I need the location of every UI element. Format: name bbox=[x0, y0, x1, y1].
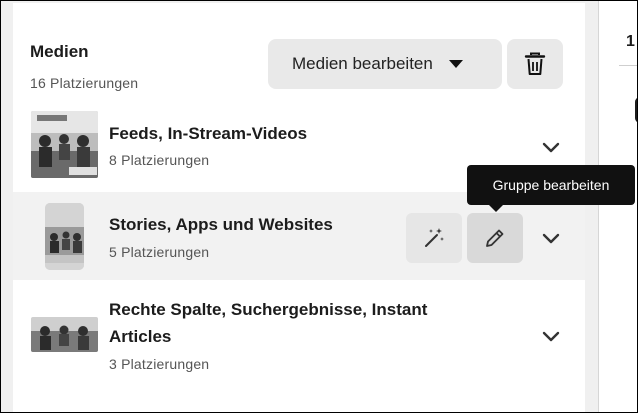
row-placement-count: 5 Platzierungen bbox=[109, 244, 210, 260]
delete-button[interactable] bbox=[507, 39, 563, 89]
pencil-icon bbox=[486, 229, 504, 247]
trash-icon bbox=[524, 52, 546, 75]
right-side-panel: 1 bbox=[598, 1, 637, 412]
edit-group-tooltip: Gruppe bearbeiten bbox=[467, 165, 635, 212]
edit-media-button[interactable]: Medien bearbeiten bbox=[268, 39, 502, 89]
screen-frame: 1 Medien 16 Platzierungen Medien bearbei… bbox=[0, 0, 638, 413]
side-tab-label: 1 bbox=[626, 33, 635, 50]
placement-group-right-column[interactable]: Rechte Spalte, Suchergebnisse, Instant A… bbox=[13, 286, 585, 386]
chevron-down-icon[interactable] bbox=[541, 141, 561, 155]
side-tab[interactable]: 1 bbox=[619, 9, 637, 66]
stories-thumbnail bbox=[45, 203, 84, 270]
caret-down-icon bbox=[448, 60, 463, 68]
chevron-down-icon[interactable] bbox=[541, 330, 561, 344]
chevron-down-icon[interactable] bbox=[541, 232, 561, 246]
row-placement-count: 3 Platzierungen bbox=[109, 356, 210, 372]
right-column-thumbnail bbox=[31, 317, 98, 352]
row-title-line-1: Rechte Spalte, Suchergebnisse, Instant bbox=[109, 300, 428, 319]
placement-count: 16 Platzierungen bbox=[30, 75, 139, 91]
row-title: Rechte Spalte, Suchergebnisse, Instant A… bbox=[109, 296, 427, 350]
row-placement-count: 8 Platzierungen bbox=[109, 152, 210, 168]
edit-media-label: Medien bearbeiten bbox=[292, 54, 433, 73]
row-title: Stories, Apps und Websites bbox=[109, 215, 333, 234]
section-title: Medien bbox=[30, 42, 89, 61]
row-title: Feeds, In-Stream-Videos bbox=[109, 124, 308, 143]
feeds-thumbnail bbox=[31, 111, 98, 178]
magic-wand-button[interactable] bbox=[406, 213, 462, 263]
row-title-line-2: Articles bbox=[109, 327, 172, 346]
magic-wand-icon bbox=[425, 228, 444, 247]
edit-group-button[interactable] bbox=[467, 213, 523, 263]
